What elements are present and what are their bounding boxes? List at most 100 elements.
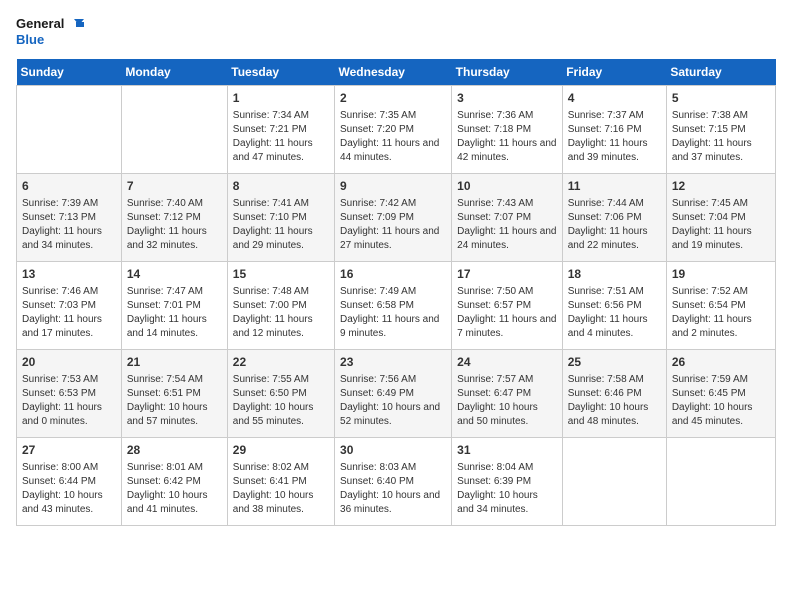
daylight-text: Daylight: 11 hours and 34 minutes. [22,225,116,253]
daylight-text: Daylight: 11 hours and 7 minutes. [457,313,557,341]
calendar-cell: 11Sunrise: 7:44 AMSunset: 7:06 PMDayligh… [562,174,666,262]
sunset-text: Sunset: 7:12 PM [127,211,222,225]
calendar-cell: 18Sunrise: 7:51 AMSunset: 6:56 PMDayligh… [562,262,666,350]
sunset-text: Sunset: 7:06 PM [568,211,661,225]
sunset-text: Sunset: 6:57 PM [457,299,557,313]
day-number: 29 [233,442,329,459]
calendar-cell [562,438,666,526]
calendar-cell: 4Sunrise: 7:37 AMSunset: 7:16 PMDaylight… [562,86,666,174]
daylight-text: Daylight: 11 hours and 39 minutes. [568,137,661,165]
calendar-cell [666,438,775,526]
sunrise-text: Sunrise: 7:58 AM [568,373,661,387]
sunset-text: Sunset: 7:10 PM [233,211,329,225]
daylight-text: Daylight: 11 hours and 9 minutes. [340,313,446,341]
sunrise-text: Sunrise: 8:01 AM [127,461,222,475]
daylight-text: Daylight: 11 hours and 14 minutes. [127,313,222,341]
day-number: 7 [127,178,222,195]
calendar-header-row: SundayMondayTuesdayWednesdayThursdayFrid… [17,59,776,86]
daylight-text: Daylight: 11 hours and 17 minutes. [22,313,116,341]
calendar-cell: 9 Sunrise: 7:42 AMSunset: 7:09 PMDaylight… [335,174,452,262]
sunrise-text: Sunrise: 7:52 AM [672,285,770,299]
logo: General Blue [16,16,84,47]
sunset-text: Sunset: 6:56 PM [568,299,661,313]
daylight-text: Daylight: 10 hours and 50 minutes. [457,401,557,429]
day-number: 15 [233,266,329,283]
sunrise-text: Sunrise: 7:53 AM [22,373,116,387]
day-number: 18 [568,266,661,283]
daylight-text: Daylight: 10 hours and 55 minutes. [233,401,329,429]
sunset-text: Sunset: 7:09 PM [340,211,446,225]
sunrise-text: Sunrise: 7:51 AM [568,285,661,299]
calendar-cell [17,86,122,174]
sunrise-text: Sunrise: 8:03 AM [340,461,446,475]
daylight-text: Daylight: 11 hours and 27 minutes. [340,225,446,253]
daylight-text: Daylight: 10 hours and 57 minutes. [127,401,222,429]
daylight-text: Daylight: 11 hours and 19 minutes. [672,225,770,253]
sunset-text: Sunset: 6:41 PM [233,475,329,489]
day-number: 4 [568,90,661,107]
calendar-cell: 25Sunrise: 7:58 AMSunset: 6:46 PMDayligh… [562,350,666,438]
sunset-text: Sunset: 6:50 PM [233,387,329,401]
daylight-text: Daylight: 10 hours and 45 minutes. [672,401,770,429]
day-header-tuesday: Tuesday [227,59,334,86]
daylight-text: Daylight: 10 hours and 34 minutes. [457,489,557,517]
calendar-cell: 16Sunrise: 7:49 AMSunset: 6:58 PMDayligh… [335,262,452,350]
day-header-wednesday: Wednesday [335,59,452,86]
sunset-text: Sunset: 6:46 PM [568,387,661,401]
day-number: 13 [22,266,116,283]
sunrise-text: Sunrise: 7:42 AM [340,197,446,211]
calendar-cell: 27Sunrise: 8:00 AMSunset: 6:44 PMDayligh… [17,438,122,526]
calendar-cell: 10Sunrise: 7:43 AMSunset: 7:07 PMDayligh… [452,174,563,262]
sunset-text: Sunset: 6:47 PM [457,387,557,401]
calendar-table: SundayMondayTuesdayWednesdayThursdayFrid… [16,59,776,526]
calendar-cell: 8Sunrise: 7:41 AMSunset: 7:10 PMDaylight… [227,174,334,262]
daylight-text: Daylight: 10 hours and 41 minutes. [127,489,222,517]
day-number: 8 [233,178,329,195]
day-header-thursday: Thursday [452,59,563,86]
sunset-text: Sunset: 6:42 PM [127,475,222,489]
day-number: 23 [340,354,446,371]
sunset-text: Sunset: 6:54 PM [672,299,770,313]
sunrise-text: Sunrise: 7:47 AM [127,285,222,299]
daylight-text: Daylight: 11 hours and 44 minutes. [340,137,446,165]
calendar-cell: 7Sunrise: 7:40 AMSunset: 7:12 PMDaylight… [121,174,227,262]
daylight-text: Daylight: 10 hours and 48 minutes. [568,401,661,429]
sunrise-text: Sunrise: 7:55 AM [233,373,329,387]
daylight-text: Daylight: 11 hours and 0 minutes. [22,401,116,429]
calendar-cell: 6Sunrise: 7:39 AMSunset: 7:13 PMDaylight… [17,174,122,262]
daylight-text: Daylight: 11 hours and 2 minutes. [672,313,770,341]
daylight-text: Daylight: 11 hours and 29 minutes. [233,225,329,253]
sunrise-text: Sunrise: 7:39 AM [22,197,116,211]
day-number: 10 [457,178,557,195]
sunset-text: Sunset: 7:04 PM [672,211,770,225]
sunrise-text: Sunrise: 7:38 AM [672,109,770,123]
day-number: 5 [672,90,770,107]
day-number: 6 [22,178,116,195]
daylight-text: Daylight: 11 hours and 42 minutes. [457,137,557,165]
calendar-cell: 26Sunrise: 7:59 AMSunset: 6:45 PMDayligh… [666,350,775,438]
daylight-text: Daylight: 10 hours and 38 minutes. [233,489,329,517]
sunset-text: Sunset: 6:58 PM [340,299,446,313]
sunrise-text: Sunrise: 7:54 AM [127,373,222,387]
logo-text: General Blue [16,16,84,47]
sunrise-text: Sunrise: 7:44 AM [568,197,661,211]
calendar-cell: 15Sunrise: 7:48 AMSunset: 7:00 PMDayligh… [227,262,334,350]
calendar-cell: 30Sunrise: 8:03 AMSunset: 6:40 PMDayligh… [335,438,452,526]
calendar-cell: 22Sunrise: 7:55 AMSunset: 6:50 PMDayligh… [227,350,334,438]
day-number: 9 [340,178,446,195]
sunrise-text: Sunrise: 7:40 AM [127,197,222,211]
calendar-week-2: 6Sunrise: 7:39 AMSunset: 7:13 PMDaylight… [17,174,776,262]
calendar-cell: 20Sunrise: 7:53 AMSunset: 6:53 PMDayligh… [17,350,122,438]
day-number: 31 [457,442,557,459]
sunset-text: Sunset: 7:21 PM [233,123,329,137]
sunset-text: Sunset: 7:20 PM [340,123,446,137]
calendar-cell: 1Sunrise: 7:34 AMSunset: 7:21 PMDaylight… [227,86,334,174]
calendar-cell: 21Sunrise: 7:54 AMSunset: 6:51 PMDayligh… [121,350,227,438]
calendar-cell: 12Sunrise: 7:45 AMSunset: 7:04 PMDayligh… [666,174,775,262]
daylight-text: Daylight: 11 hours and 22 minutes. [568,225,661,253]
sunset-text: Sunset: 7:01 PM [127,299,222,313]
day-number: 12 [672,178,770,195]
day-number: 21 [127,354,222,371]
sunset-text: Sunset: 6:44 PM [22,475,116,489]
calendar-week-4: 20Sunrise: 7:53 AMSunset: 6:53 PMDayligh… [17,350,776,438]
